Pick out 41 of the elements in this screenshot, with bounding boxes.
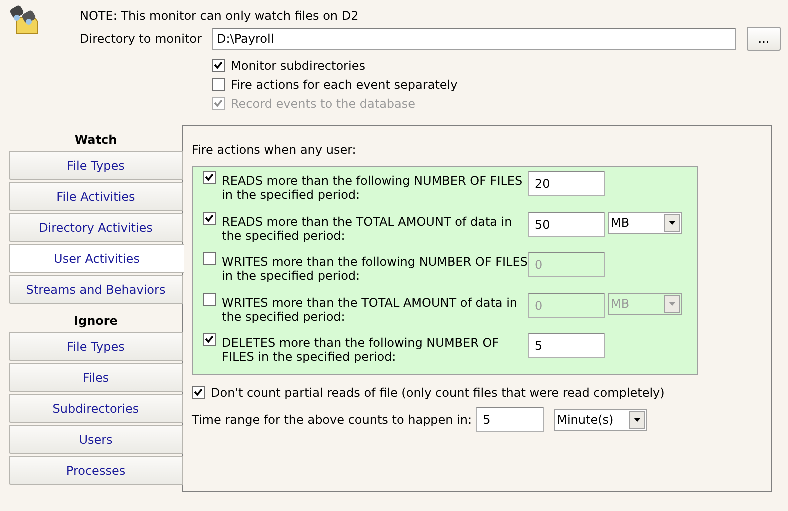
section-heading: Watch [74, 132, 118, 149]
unit-select[interactable]: MB [608, 212, 682, 234]
directory-label: Directory to monitor [80, 32, 203, 46]
sidebar-tab[interactable]: Streams and Behaviors [9, 275, 183, 304]
checkbox[interactable] [203, 212, 216, 225]
intro-text: Fire actions when any user: [192, 143, 358, 159]
sidebar-tab[interactable]: File Activities [9, 182, 183, 211]
checkbox[interactable] [203, 333, 216, 346]
sidebar-tab[interactable]: User Activities [9, 244, 184, 273]
note-text: NOTE: This monitor can only watch files on D2 [80, 8, 360, 25]
option-label: Monitor subdirectories [231, 58, 366, 72]
sidebar-tab[interactable]: Processes [9, 456, 183, 485]
time-range-label: Time range for the above counts to happen in: [192, 412, 472, 426]
value-field[interactable]: 20 [528, 171, 605, 196]
checkbox[interactable] [203, 171, 216, 184]
rule-label: WRITES more than the TOTAL AMOUNT of data in the specified period: [222, 296, 519, 324]
rule-label: DELETES more than the following NUMBER OF FILES in the specified period: [222, 336, 500, 364]
sidebar-tab[interactable]: Users [9, 425, 183, 454]
rule-label: READS more than the TOTAL AMOUNT of data in the specified period: [222, 214, 514, 243]
directory-field[interactable]: D:\Payroll [212, 28, 736, 50]
checkbox[interactable] [212, 59, 225, 72]
time-unit-select[interactable]: Minute(s) [554, 408, 648, 430]
rule-label: READS more than the following NUMBER OF FILES in the specified period: [222, 174, 524, 202]
option-label: Record events to the database [231, 96, 416, 110]
time-field[interactable]: 5 [476, 407, 544, 432]
value-field[interactable]: 5 [528, 333, 605, 358]
sidebar-tab[interactable]: File Types [9, 151, 183, 180]
sidebar-tab[interactable]: Files [9, 363, 183, 392]
partial-reads-label: Don't count partial reads of file (only count files that were read completely) [211, 386, 665, 400]
checkbox[interactable] [203, 252, 216, 266]
checkbox[interactable] [192, 386, 205, 399]
sidebar-tab[interactable]: File Types [9, 332, 183, 361]
section-heading: Ignore [73, 313, 119, 330]
sidebar-tab[interactable]: Directory Activities [9, 213, 183, 242]
value-field[interactable]: 50 [528, 212, 605, 237]
checkbox[interactable] [203, 292, 216, 306]
rule-label: WRITES more than the following NUMBER OF FILES in the specified period: [222, 255, 528, 284]
option-label: Fire actions for each event separately [231, 78, 458, 92]
sidebar-tab[interactable]: Subdirectories [9, 394, 183, 423]
checkbox[interactable] [212, 78, 225, 91]
browse-button[interactable]: ... [747, 27, 781, 51]
